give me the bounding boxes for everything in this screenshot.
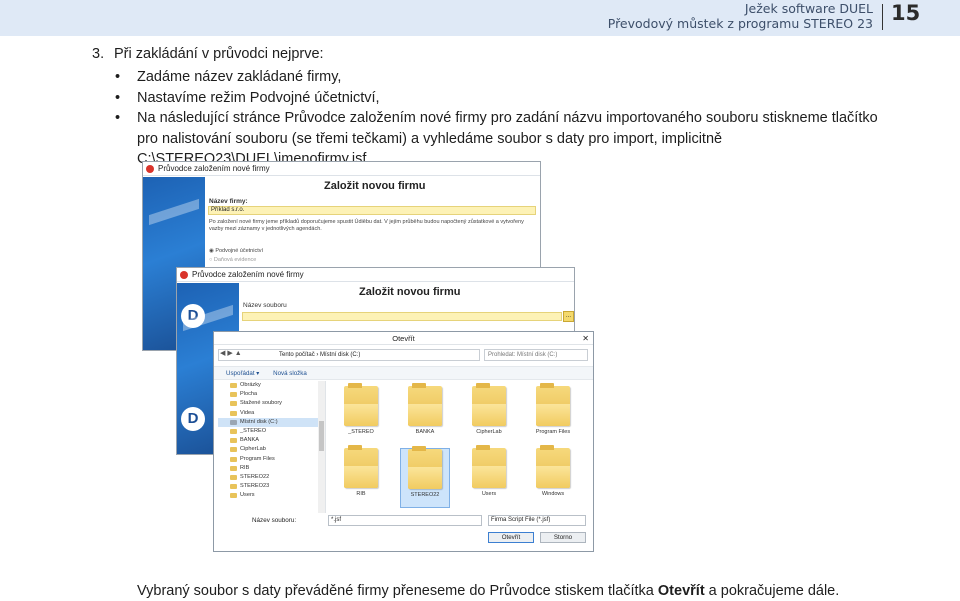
folder-name: Program Files [535, 429, 571, 435]
folder-name: STEREO22 [410, 492, 440, 498]
app-icon [180, 271, 188, 279]
tree-item[interactable]: CipherLab [218, 445, 325, 454]
window-title: Průvodce založením nové firmy [158, 164, 270, 173]
app-icon [146, 165, 154, 173]
wizard-heading: Založit novou firmu [359, 286, 461, 298]
folder-tree: Obrázky Plocha Stažené soubory Videa Místní … [218, 381, 326, 513]
header-text: Ježek software DUEL Převodový můstek z p… [608, 1, 873, 31]
folder-name: Windows [541, 491, 565, 497]
duel-logo: D [181, 304, 205, 328]
tree-item[interactable]: STEREO22 [218, 473, 325, 482]
caption-text: Vybraný soubor s daty převáděné firmy př… [137, 583, 658, 599]
company-name-input[interactable]: Příklad s.r.o. [208, 206, 536, 215]
folder-icon [472, 445, 506, 488]
organize-button[interactable]: Uspořádat ▾ [226, 370, 259, 377]
bullet-item: Zadáme název zakládané firmy, [115, 67, 895, 88]
folder-item[interactable]: Users [464, 445, 514, 508]
cancel-button[interactable]: Storno [540, 532, 586, 543]
open-file-dialog: Otevřít ✕ ◀ ▶ ▲ Tento počítač › Místní d… [213, 331, 594, 552]
info-text: Po založení nové firmy jeme příkladů dop… [209, 219, 524, 232]
dialog-titlebar: Otevřít ✕ [214, 332, 593, 345]
tree-item[interactable]: BANKA [218, 436, 325, 445]
folder-icon [536, 383, 570, 426]
folder-item[interactable]: _STEREO [336, 383, 386, 446]
file-name-input[interactable] [242, 312, 562, 321]
filename-input[interactable]: *.jsf [328, 515, 482, 526]
page-header: Ježek software DUEL Převodový můstek z p… [0, 0, 960, 36]
header-line2: Převodový můstek z programu STEREO 23 [607, 16, 873, 31]
dialog-title: Otevřít [392, 334, 415, 343]
company-name-label: Název firmy: [209, 198, 248, 205]
option-double-entry[interactable]: ◉ Podvojné účetnictví [209, 248, 263, 255]
wizard-heading: Založit novou firmu [324, 180, 426, 192]
folder-icon [344, 445, 378, 488]
bullet-item: Nastavíme režim Podvojné účetnictví, [115, 88, 895, 109]
header-line1: Ježek software DUEL [744, 1, 873, 16]
option-label: Podvojné účetnictví [215, 248, 264, 254]
new-folder-button[interactable]: Nová složka [273, 370, 307, 377]
tree-item[interactable]: Users [218, 491, 325, 500]
open-button[interactable]: Otevřít [488, 532, 534, 543]
step-title: Při zakládání v průvodci nejprve: [114, 46, 324, 62]
folder-icon [344, 383, 378, 426]
folder-name: RIB [356, 491, 366, 497]
caption-bold: Otevřít [657, 583, 705, 599]
option-label: Daňová evidence [213, 257, 257, 263]
tree-item[interactable]: RIB [218, 464, 325, 473]
tree-item[interactable]: Plocha [218, 390, 325, 399]
bullet-list: Zadáme název zakládané firmy, Nastavíme … [115, 67, 895, 170]
search-input[interactable]: Prohledat: Místní disk (C:) [484, 349, 588, 361]
address-bar[interactable]: Tento počítač › Místní disk (C:) [218, 349, 480, 361]
tree-item[interactable]: STEREO23 [218, 482, 325, 491]
caption-text-end: a pokračujeme dále. [704, 583, 840, 599]
header-divider [882, 4, 883, 30]
tree-item[interactable]: Stažené soubory [218, 399, 325, 408]
browse-button[interactable]: ... [563, 311, 574, 322]
folder-icon [472, 383, 506, 426]
folder-item[interactable]: STEREO22 [400, 446, 450, 508]
folder-icon [536, 445, 570, 488]
filetype-select[interactable]: Firma Script File (*.jsf) [488, 515, 586, 526]
duel-logo: D [181, 407, 205, 431]
folder-name: CipherLab [476, 429, 502, 435]
folder-item[interactable]: CipherLab [464, 383, 514, 446]
folder-icon [408, 446, 442, 489]
dialog-toolbar: Uspořádat ▾ Nová složka [214, 366, 593, 380]
caption: Vybraný soubor s daty převáděné firmy př… [137, 583, 839, 599]
folder-grid: _STEREO BANKA CipherLab Program Files RIB STE… [332, 383, 587, 514]
close-icon[interactable]: ✕ [582, 332, 589, 345]
window-titlebar: Průvodce založením nové firmy [177, 268, 574, 282]
folder-icon [408, 383, 442, 426]
folder-item[interactable]: Program Files [528, 383, 578, 446]
folder-name: BANKA [415, 429, 435, 435]
tree-item[interactable]: Obrázky [218, 381, 325, 390]
folder-item[interactable]: BANKA [400, 383, 450, 446]
window-title: Průvodce založením nové firmy [192, 270, 304, 279]
folder-item[interactable]: Windows [528, 445, 578, 508]
step-number: 3. [92, 46, 105, 62]
tree-item[interactable]: Místní disk (C:) [218, 417, 325, 428]
folder-name: _STEREO [348, 429, 374, 435]
page-number: 15 [891, 1, 921, 25]
folder-name: Users [481, 491, 497, 497]
option-tax-records[interactable]: ○ Daňová evidence [209, 257, 256, 264]
file-name-label: Název souboru [243, 302, 287, 309]
folder-item[interactable]: RIB [336, 445, 386, 508]
tree-scrollbar[interactable] [318, 381, 325, 513]
tree-item[interactable]: Videa [218, 409, 325, 418]
tree-item[interactable]: Program Files [218, 455, 325, 464]
window-titlebar: Průvodce založením nové firmy [143, 162, 540, 176]
filename-label: Název souboru: [252, 517, 297, 524]
step-heading: 3. Při zakládání v průvodci nejprve: [92, 46, 324, 62]
tree-item[interactable]: _STEREO [218, 427, 325, 436]
